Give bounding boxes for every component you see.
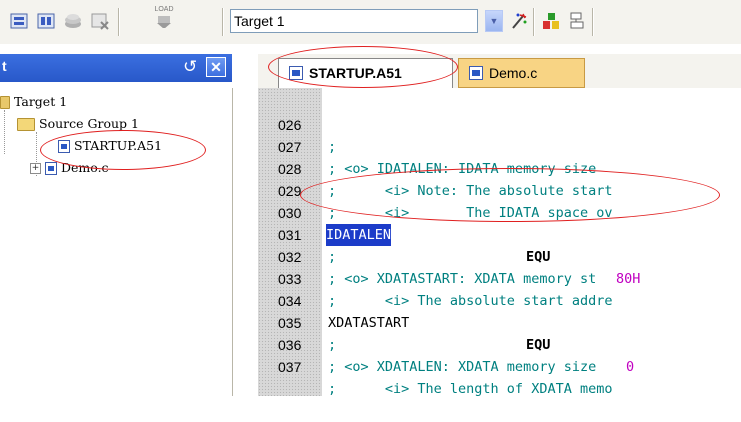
toolbar: LOAD Target 1 ▼	[0, 0, 741, 44]
code-line: 036 ; <o> XDATALEN: XDATA memory size	[258, 312, 741, 375]
project-panel-title: t	[2, 58, 7, 74]
line-number: 037	[278, 359, 302, 375]
tree-target-label: Target 1	[14, 94, 68, 109]
code-value: 0	[626, 359, 635, 375]
code-comment: ; <i> The length of XDATA memo	[328, 381, 613, 397]
manage-icon[interactable]	[566, 10, 588, 32]
code-line: 035 ;	[258, 290, 741, 353]
tree-item-startup[interactable]: STARTUP.A51	[58, 136, 162, 156]
toolbar-separator	[592, 8, 594, 36]
code-line: 026 ;	[258, 92, 741, 155]
pin-icon[interactable]: ↺	[183, 57, 197, 77]
code-line: 027 ; <o> IDATALEN: IDATA memory size	[258, 114, 741, 177]
close-panel-button[interactable]: ✕	[206, 57, 226, 77]
target-dropdown-chevron-icon[interactable]: ▼	[485, 10, 503, 32]
target-select-value: Target 1	[234, 13, 285, 29]
code-line: 029 ; <i> The IDATA space ov	[258, 158, 741, 221]
wand-icon[interactable]	[508, 10, 530, 32]
folder-icon	[17, 118, 35, 131]
code-line-selected: 030 IDATALEN EQU 80H	[258, 180, 741, 287]
download-icon[interactable]: LOAD	[150, 6, 178, 28]
code-line: 034 XDATASTART EQU 0	[258, 268, 741, 375]
tab-label: STARTUP.A51	[309, 65, 402, 81]
code-line: 028 ; <i> Note: The absolute start	[258, 136, 741, 199]
tab-label: Demo.c	[489, 65, 538, 81]
asm-file-icon	[289, 66, 303, 80]
tree-item-demo[interactable]: + Demo.c	[30, 158, 109, 178]
code-editor[interactable]: 026 ; 027 ; <o> IDATALEN: IDATA memory s…	[258, 88, 741, 397]
target-select[interactable]: Target 1	[230, 9, 478, 33]
load-label: LOAD	[154, 6, 174, 13]
tree-group-label: Source Group 1	[39, 116, 139, 131]
c-file-icon	[45, 162, 57, 175]
tab-demo-c[interactable]: Demo.c	[458, 58, 585, 88]
project-panel-title-bar: t ↺ ✕	[0, 54, 232, 82]
toolbar-separator	[222, 8, 224, 36]
toolbar-separator	[118, 8, 120, 36]
tree-file-demo-label: Demo.c	[61, 160, 109, 175]
tree-file-startup-label: STARTUP.A51	[74, 138, 163, 153]
rebuild-icon[interactable]	[35, 10, 57, 32]
tab-startup-a51[interactable]: STARTUP.A51	[278, 58, 453, 88]
editor-tab-bar: STARTUP.A51 Demo.c	[258, 54, 741, 89]
batch-build-icon[interactable]	[62, 10, 84, 32]
build-icon[interactable]	[8, 10, 30, 32]
code-line: 032 ; <o> XDATASTART: XDATA memory st	[258, 224, 741, 287]
code-comment: ; <o> XDATALEN: XDATA memory size	[328, 359, 597, 375]
asm-file-icon	[58, 140, 70, 153]
tree-item-target[interactable]: Target 1	[0, 92, 67, 112]
code-line: 037 ; <i> The length of XDATA memo	[258, 334, 741, 397]
target-folder-icon	[0, 96, 10, 109]
expand-icon[interactable]: +	[30, 163, 41, 174]
tree-item-source-group[interactable]: -Source Group 1	[2, 114, 139, 134]
toolbar-separator	[533, 8, 535, 36]
stop-build-icon[interactable]	[89, 10, 111, 32]
components-icon[interactable]	[540, 10, 562, 32]
c-file-icon	[469, 66, 483, 80]
code-line: 031 ;	[258, 202, 741, 265]
code-line: 033 ; <i> The absolute start addre	[258, 246, 741, 309]
project-tree: Target 1 -Source Group 1 STARTUP.A51 + De…	[0, 88, 233, 396]
